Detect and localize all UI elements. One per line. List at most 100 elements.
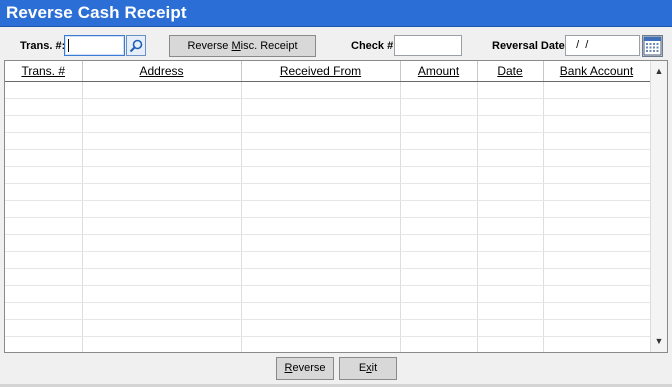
table-cell[interactable]	[241, 285, 401, 303]
table-cell[interactable]	[5, 234, 83, 252]
table-cell[interactable]	[241, 234, 401, 252]
table-row[interactable]	[5, 81, 651, 99]
table-cell[interactable]	[477, 302, 544, 320]
table-cell[interactable]	[82, 98, 242, 116]
table-cell[interactable]	[82, 251, 242, 269]
table-cell[interactable]	[241, 268, 401, 286]
table-cell[interactable]	[82, 217, 242, 235]
table-cell[interactable]	[543, 234, 651, 252]
table-cell[interactable]	[400, 183, 478, 201]
table-cell[interactable]	[477, 285, 544, 303]
table-cell[interactable]	[400, 285, 478, 303]
col-header-bank-account[interactable]: Bank Account	[543, 61, 651, 82]
table-cell[interactable]	[5, 98, 83, 116]
table-cell[interactable]	[5, 285, 83, 303]
table-cell[interactable]	[477, 183, 544, 201]
check-number-input[interactable]	[394, 35, 462, 56]
table-cell[interactable]	[82, 268, 242, 286]
table-cell[interactable]	[5, 251, 83, 269]
table-cell[interactable]	[543, 132, 651, 150]
table-cell[interactable]	[477, 132, 544, 150]
receipts-grid[interactable]: Trans. # Address Received From Amount Da…	[4, 60, 668, 353]
table-cell[interactable]	[400, 149, 478, 167]
table-row[interactable]	[5, 149, 651, 167]
table-cell[interactable]	[82, 132, 242, 150]
trans-number-input[interactable]	[64, 35, 125, 56]
table-cell[interactable]	[477, 149, 544, 167]
calendar-button[interactable]	[642, 35, 663, 57]
search-button[interactable]	[126, 35, 146, 56]
vertical-scrollbar[interactable]: ▲ ▼	[650, 61, 667, 352]
table-cell[interactable]	[5, 217, 83, 235]
table-cell[interactable]	[241, 149, 401, 167]
table-cell[interactable]	[82, 319, 242, 337]
col-header-received-from[interactable]: Received From	[241, 61, 401, 82]
table-cell[interactable]	[400, 132, 478, 150]
table-cell[interactable]	[543, 217, 651, 235]
table-row[interactable]	[5, 319, 651, 337]
table-cell[interactable]	[82, 166, 242, 184]
table-cell[interactable]	[82, 302, 242, 320]
table-row[interactable]	[5, 285, 651, 303]
table-cell[interactable]	[5, 132, 83, 150]
table-cell[interactable]	[241, 319, 401, 337]
table-cell[interactable]	[477, 234, 544, 252]
table-cell[interactable]	[241, 251, 401, 269]
exit-button[interactable]: Exit	[339, 357, 397, 380]
table-cell[interactable]	[543, 319, 651, 337]
table-cell[interactable]	[477, 268, 544, 286]
scroll-down-icon[interactable]: ▼	[651, 333, 667, 350]
table-cell[interactable]	[543, 268, 651, 286]
table-cell[interactable]	[241, 336, 401, 352]
table-cell[interactable]	[241, 302, 401, 320]
table-cell[interactable]	[543, 166, 651, 184]
table-row[interactable]	[5, 115, 651, 133]
table-cell[interactable]	[400, 234, 478, 252]
table-cell[interactable]	[5, 268, 83, 286]
table-row[interactable]	[5, 183, 651, 201]
table-cell[interactable]	[400, 251, 478, 269]
reverse-button[interactable]: Reverse	[276, 357, 334, 380]
table-row[interactable]	[5, 251, 651, 269]
table-row[interactable]	[5, 98, 651, 116]
table-cell[interactable]	[477, 217, 544, 235]
table-cell[interactable]	[82, 336, 242, 352]
table-cell[interactable]	[477, 251, 544, 269]
table-cell[interactable]	[477, 98, 544, 116]
table-cell[interactable]	[477, 166, 544, 184]
table-cell[interactable]	[82, 115, 242, 133]
table-row[interactable]	[5, 336, 651, 352]
table-cell[interactable]	[82, 149, 242, 167]
table-cell[interactable]	[400, 268, 478, 286]
table-cell[interactable]	[241, 217, 401, 235]
table-cell[interactable]	[82, 285, 242, 303]
table-row[interactable]	[5, 132, 651, 150]
table-cell[interactable]	[543, 183, 651, 201]
table-cell[interactable]	[241, 81, 401, 99]
table-cell[interactable]	[543, 285, 651, 303]
table-cell[interactable]	[5, 319, 83, 337]
table-cell[interactable]	[82, 200, 242, 218]
table-cell[interactable]	[82, 234, 242, 252]
table-cell[interactable]	[400, 217, 478, 235]
table-cell[interactable]	[5, 149, 83, 167]
table-cell[interactable]	[82, 183, 242, 201]
table-cell[interactable]	[241, 183, 401, 201]
reverse-misc-receipt-button[interactable]: Reverse Misc. Receipt	[169, 35, 316, 57]
table-cell[interactable]	[400, 336, 478, 352]
table-row[interactable]	[5, 268, 651, 286]
table-cell[interactable]	[543, 115, 651, 133]
table-cell[interactable]	[241, 115, 401, 133]
table-cell[interactable]	[5, 302, 83, 320]
table-cell[interactable]	[5, 183, 83, 201]
table-cell[interactable]	[5, 336, 83, 352]
table-cell[interactable]	[477, 81, 544, 99]
table-row[interactable]	[5, 217, 651, 235]
reversal-date-input[interactable]: / /	[565, 35, 640, 56]
table-cell[interactable]	[241, 200, 401, 218]
table-cell[interactable]	[477, 115, 544, 133]
table-cell[interactable]	[543, 336, 651, 352]
table-row[interactable]	[5, 200, 651, 218]
col-header-trans-number[interactable]: Trans. #	[5, 61, 83, 82]
table-cell[interactable]	[5, 81, 83, 99]
